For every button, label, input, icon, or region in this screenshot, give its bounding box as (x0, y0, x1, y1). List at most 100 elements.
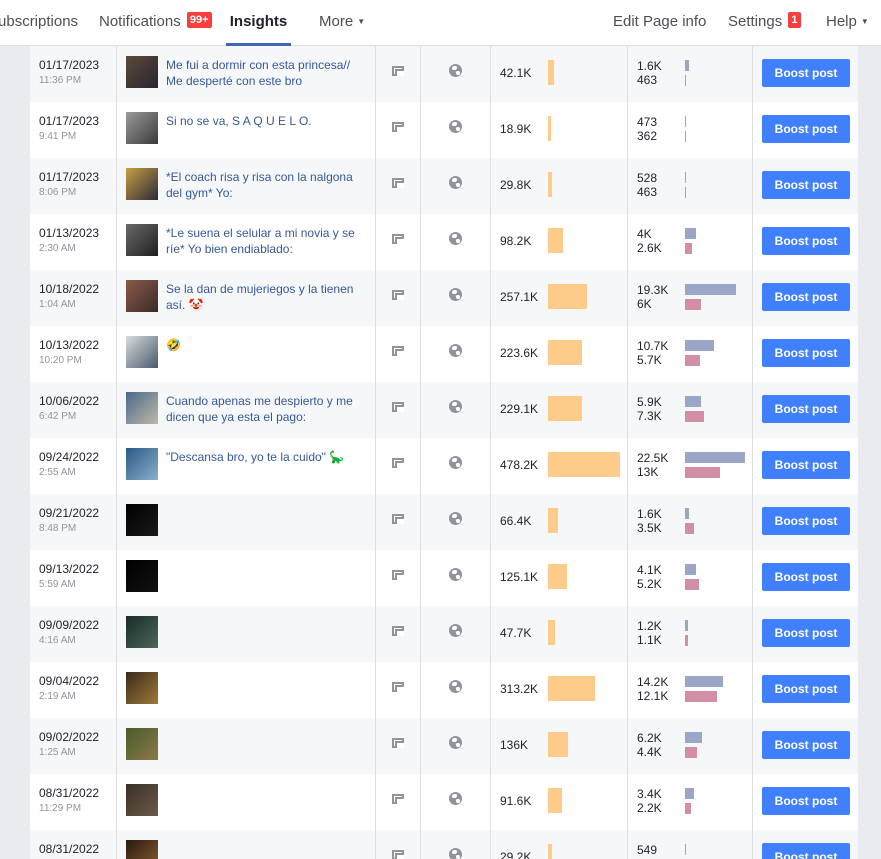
globe-icon (449, 848, 462, 859)
engagement-clicks-value: 5.9K (637, 395, 662, 409)
post-title-link[interactable]: 🤣 (166, 337, 366, 353)
engagement-clicks-value: 549 (637, 843, 658, 857)
post-thumbnail[interactable] (126, 56, 158, 88)
post-title-link[interactable]: Cuando apenas me despierto y me dicen qu… (166, 393, 366, 425)
boost-post-button[interactable]: Boost post (762, 115, 850, 143)
table-row: 08/31/2022 11:29 PM 91.6K 3.4K 2.2K Boost pos… (30, 774, 858, 830)
post-thumbnail[interactable] (126, 336, 158, 368)
column-divider (490, 326, 491, 382)
globe-icon-land (456, 519, 460, 523)
tab-notifications[interactable]: Notifications 99+ (99, 0, 212, 46)
globe-icon-land (456, 575, 460, 579)
post-title-link[interactable]: Me fui a dormir con esta princesa// Me d… (166, 57, 366, 89)
engagement-clicks-value: 22.5K (637, 451, 669, 465)
boost-post-button[interactable]: Boost post (762, 675, 850, 703)
tab-more[interactable]: More ▼ (319, 0, 365, 46)
album-icon (392, 458, 404, 468)
boost-post-button[interactable]: Boost post (762, 451, 850, 479)
column-divider (752, 606, 753, 662)
reach-value: 98.2K (500, 234, 532, 248)
boost-post-button[interactable]: Boost post (762, 395, 850, 423)
post-thumbnail[interactable] (126, 280, 158, 312)
post-time: 2:55 AM (39, 467, 76, 478)
boost-post-button[interactable]: Boost post (762, 731, 850, 759)
post-thumbnail[interactable] (126, 784, 158, 816)
post-time: 10:20 PM (39, 355, 82, 366)
globe-icon-land (452, 290, 457, 294)
album-icon-front (395, 349, 404, 356)
boost-post-button[interactable]: Boost post (762, 787, 850, 815)
post-date: 08/31/2022 (39, 786, 100, 800)
tab-insights[interactable]: Insights (226, 0, 291, 46)
post-time: 8:06 PM (39, 187, 77, 198)
post-thumbnail[interactable] (126, 560, 158, 592)
column-divider (420, 494, 421, 550)
boost-post-button[interactable]: Boost post (762, 171, 850, 199)
reach-bar (548, 228, 563, 253)
tab-edit-page-info[interactable]: Edit Page info (613, 0, 706, 46)
post-thumbnail[interactable] (126, 616, 158, 648)
boost-post-button[interactable]: Boost post (762, 619, 850, 647)
table-row: 10/13/2022 10:20 PM 🤣 223.6K 10.7K 5.7K Boost … (30, 326, 858, 382)
tab-subscriptions[interactable]: Subscriptions (0, 0, 78, 46)
globe-icon (449, 232, 462, 245)
album-icon (392, 626, 404, 636)
column-divider (116, 550, 117, 606)
tab-help[interactable]: Help ▼ (826, 0, 869, 46)
column-divider (375, 102, 376, 158)
boost-post-button[interactable]: Boost post (762, 563, 850, 591)
boost-post-button[interactable]: Boost post (762, 843, 850, 859)
boost-post-button[interactable]: Boost post (762, 59, 850, 87)
post-title-link[interactable]: *El coach risa y risa con la nalgona del… (166, 169, 366, 201)
settings-badge: 1 (788, 12, 801, 28)
album-icon-front (395, 405, 404, 412)
post-date: 10/13/2022 (39, 338, 100, 352)
reach-value: 257.1K (500, 290, 539, 304)
globe-icon (449, 120, 462, 133)
column-divider (627, 158, 628, 214)
boost-post-button[interactable]: Boost post (762, 283, 850, 311)
post-time: 4:16 AM (39, 635, 76, 646)
reach-value: 91.6K (500, 794, 532, 808)
column-divider (116, 774, 117, 830)
post-thumbnail[interactable] (126, 672, 158, 704)
table-row: 01/17/2023 8:06 PM *El coach risa y risa c… (30, 158, 858, 214)
reactions-bar (685, 75, 686, 86)
engagement-clicks-value: 4K (637, 227, 652, 241)
post-thumbnail[interactable] (126, 168, 158, 200)
column-divider (116, 46, 117, 102)
globe-icon (449, 288, 462, 301)
post-thumbnail[interactable] (126, 392, 158, 424)
post-thumbnail[interactable] (126, 504, 158, 536)
boost-post-button[interactable]: Boost post (762, 339, 850, 367)
post-thumbnail[interactable] (126, 224, 158, 256)
album-icon (392, 178, 404, 188)
engagement-reactions-value: 362 (637, 129, 658, 143)
post-thumbnail[interactable] (126, 728, 158, 760)
reactions-bar (685, 467, 720, 478)
post-title-link[interactable]: "Descansa bro, yo te la cuido" 🦕 (166, 449, 366, 465)
post-title-link[interactable]: *Le suena el selular a mi novia y se ríe… (166, 225, 366, 257)
tab-notifications-label: Notifications (99, 13, 181, 30)
engagement-reactions-value: 2.6K (637, 241, 662, 255)
column-divider (752, 550, 753, 606)
column-divider (116, 102, 117, 158)
tab-settings[interactable]: Settings 1 (728, 0, 801, 46)
post-thumbnail[interactable] (126, 112, 158, 144)
post-thumbnail[interactable] (126, 448, 158, 480)
post-title-link[interactable]: Se la dan de mujeriegos y la tienen así.… (166, 281, 366, 313)
column-divider (752, 46, 753, 102)
reach-bar (548, 284, 587, 309)
post-clicks-bar (685, 676, 723, 687)
column-divider (375, 662, 376, 718)
column-divider (116, 158, 117, 214)
post-thumbnail[interactable] (126, 840, 158, 859)
column-divider (627, 662, 628, 718)
boost-post-button[interactable]: Boost post (762, 227, 850, 255)
album-icon-front (395, 517, 404, 524)
post-title-link[interactable]: Si no se va, S A Q U E L O. (166, 113, 366, 129)
column-divider (420, 830, 421, 859)
column-divider (375, 326, 376, 382)
boost-post-button[interactable]: Boost post (762, 507, 850, 535)
post-time: 9:41 PM (39, 131, 77, 142)
